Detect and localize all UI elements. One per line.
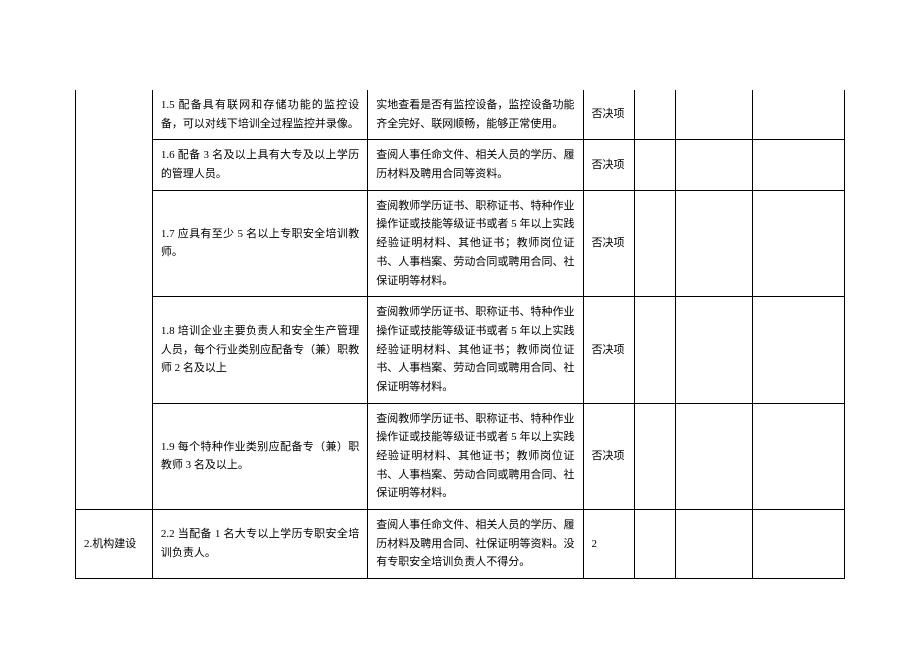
description-cell: 查阅人事任命文件、相关人员的学历、履历材料及聘用合同等资料。	[368, 140, 583, 190]
blank-cell	[675, 403, 752, 509]
blank-cell	[752, 90, 844, 140]
requirement-cell: 1.6 配备 3 名及以上具有大专及以上学历的管理人员。	[152, 140, 367, 190]
requirement-cell: 1.5 配备具有联网和存储功能的监控设备，可以对线下培训全过程监控并录像。	[152, 90, 367, 140]
table-row: 2.机构建设 2.2 当配备 1 名大专以上学历专职安全培训负责人。 查阅人事任…	[76, 510, 845, 579]
blank-cell	[634, 403, 675, 509]
blank-cell	[634, 190, 675, 296]
blank-cell	[675, 90, 752, 140]
blank-cell	[752, 403, 844, 509]
table-row: 1.6 配备 3 名及以上具有大专及以上学历的管理人员。 查阅人事任命文件、相关…	[76, 140, 845, 190]
table-row: 1.7 应具有至少 5 名以上专职安全培训教师。 查阅教师学历证书、职称证书、特…	[76, 190, 845, 296]
requirement-cell: 1.8 培训企业主要负责人和安全生产管理人员，每个行业类别应配备专（兼）职教师 …	[152, 297, 367, 403]
table-row: 1.8 培训企业主要负责人和安全生产管理人员，每个行业类别应配备专（兼）职教师 …	[76, 297, 845, 403]
category-cell: 2.机构建设	[76, 510, 153, 579]
blank-cell	[634, 510, 675, 579]
blank-cell	[752, 510, 844, 579]
table-row: 1.5 配备具有联网和存储功能的监控设备，可以对线下培训全过程监控并录像。 实地…	[76, 90, 845, 140]
criteria-table: 1.5 配备具有联网和存储功能的监控设备，可以对线下培训全过程监控并录像。 实地…	[75, 90, 845, 579]
category-cell	[76, 90, 153, 510]
blank-cell	[675, 140, 752, 190]
blank-cell	[634, 140, 675, 190]
description-cell: 查阅教师学历证书、职称证书、特种作业操作证或技能等级证书或者 5 年以上实践经验…	[368, 297, 583, 403]
score-cell: 否决项	[583, 403, 634, 509]
score-cell: 否决项	[583, 297, 634, 403]
blank-cell	[675, 510, 752, 579]
requirement-cell: 2.2 当配备 1 名大专以上学历专职安全培训负责人。	[152, 510, 367, 579]
score-cell: 否决项	[583, 140, 634, 190]
description-cell: 查阅教师学历证书、职称证书、特种作业操作证或技能等级证书或者 5 年以上实践经验…	[368, 403, 583, 509]
description-cell: 查阅教师学历证书、职称证书、特种作业操作证或技能等级证书或者 5 年以上实践经验…	[368, 190, 583, 296]
requirement-cell: 1.7 应具有至少 5 名以上专职安全培训教师。	[152, 190, 367, 296]
score-cell: 否决项	[583, 90, 634, 140]
description-cell: 查阅人事任命文件、相关人员的学历、履历材料及聘用合同、社保证明等资料。没有专职安…	[368, 510, 583, 579]
blank-cell	[752, 190, 844, 296]
description-cell: 实地查看是否有监控设备，监控设备功能齐全完好、联网顺畅，能够正常使用。	[368, 90, 583, 140]
blank-cell	[752, 297, 844, 403]
table-row: 1.9 每个特种作业类别应配备专（兼）职教师 3 名及以上。 查阅教师学历证书、…	[76, 403, 845, 509]
document-table: 1.5 配备具有联网和存储功能的监控设备，可以对线下培训全过程监控并录像。 实地…	[75, 90, 845, 579]
blank-cell	[675, 297, 752, 403]
blank-cell	[752, 140, 844, 190]
blank-cell	[675, 190, 752, 296]
score-cell: 2	[583, 510, 634, 579]
blank-cell	[634, 90, 675, 140]
score-cell: 否决项	[583, 190, 634, 296]
blank-cell	[634, 297, 675, 403]
requirement-cell: 1.9 每个特种作业类别应配备专（兼）职教师 3 名及以上。	[152, 403, 367, 509]
